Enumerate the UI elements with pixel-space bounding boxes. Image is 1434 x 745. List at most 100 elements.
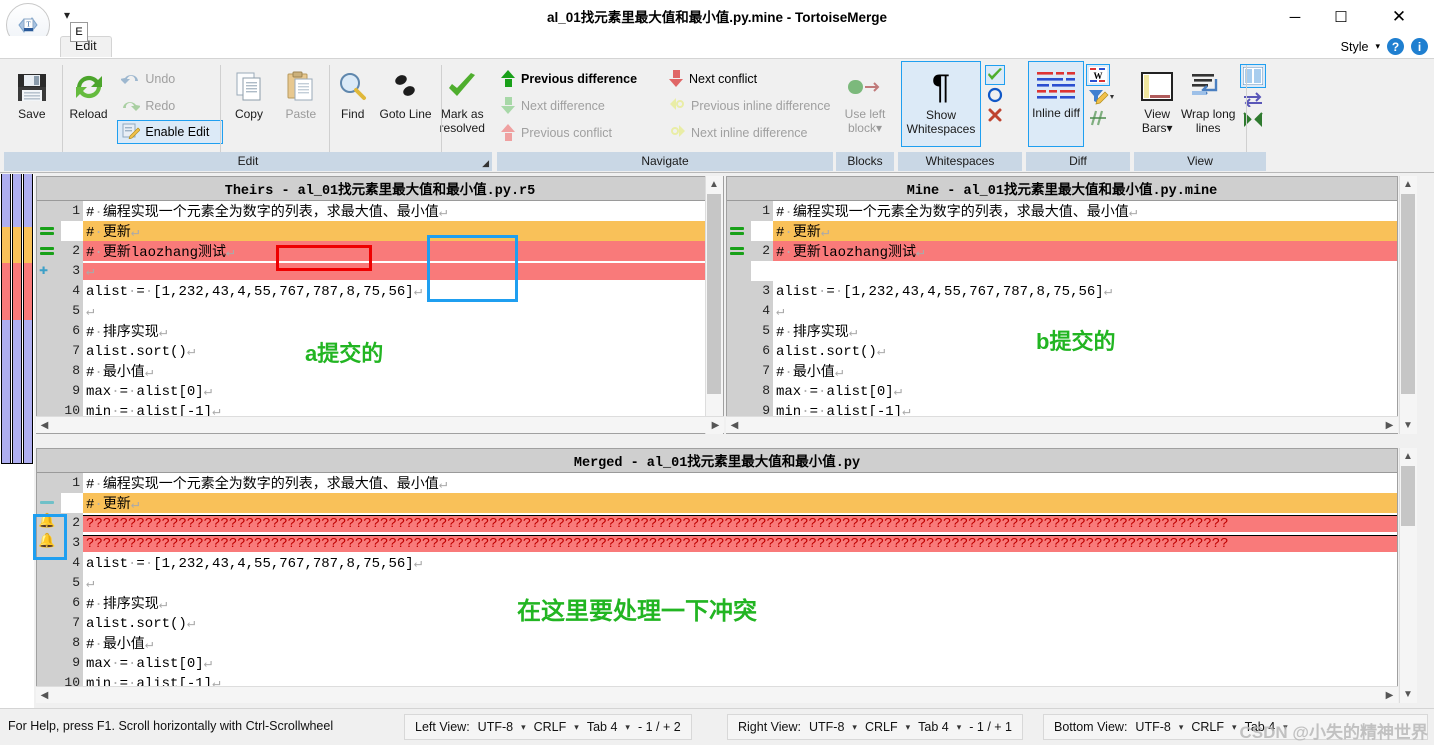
chevron-down-icon[interactable]: ▾: [1179, 722, 1184, 733]
code-line[interactable]: ✚ 3 ↵: [37, 261, 723, 281]
line-text[interactable]: ????????????????????????????????????????…: [83, 514, 1397, 532]
code-line[interactable]: 4 alist·=·[1,232,43,4,55,767,787,8,75,56]…: [37, 553, 1397, 573]
locator-bar-right[interactable]: [23, 174, 33, 464]
code-line[interactable]: 🔔 2??????????????????????????????????????…: [37, 513, 1397, 533]
merged-code-area[interactable]: 1 #·编程实现一个元素全为数字的列表，求最大值、最小值↵ #·更新↵ 🔔 2?????…: [37, 473, 1397, 702]
right-view-eol[interactable]: CRLF: [865, 720, 898, 734]
line-text[interactable]: #·更新↵: [773, 221, 1397, 241]
line-text[interactable]: max·=·alist[0]↵: [773, 382, 1397, 400]
scroll-up-icon[interactable]: ▲: [1400, 448, 1416, 465]
scroll-up-icon[interactable]: ▲: [1400, 176, 1416, 193]
previous-difference-button[interactable]: Previous difference: [497, 65, 665, 92]
right-view-tab[interactable]: Tab 4: [918, 720, 949, 734]
chevron-down-icon[interactable]: ▾: [906, 722, 911, 733]
chevron-down-icon[interactable]: ▾: [1232, 722, 1237, 733]
code-line[interactable]: 9 max·=·alist[0]↵: [37, 381, 723, 401]
line-marker[interactable]: [37, 593, 61, 613]
line-text[interactable]: #·最小值↵: [83, 633, 1397, 653]
code-line[interactable]: 5 ↵: [37, 301, 723, 321]
inline-diff-button[interactable]: Inline diff: [1028, 61, 1084, 147]
code-line[interactable]: 6 #·排序实现↵: [37, 593, 1397, 613]
line-text[interactable]: #·编程实现一个元素全为数字的列表，求最大值、最小值↵: [83, 473, 1397, 493]
scrollbar-thumb[interactable]: [1401, 466, 1415, 526]
close-button[interactable]: ✕: [1376, 0, 1422, 34]
line-text[interactable]: #·编程实现一个元素全为数字的列表，求最大值、最小值↵: [773, 201, 1397, 221]
next-difference-button[interactable]: Next difference: [497, 92, 665, 119]
code-line[interactable]: 1 #·编程实现一个元素全为数字的列表，求最大值、最小值↵: [727, 201, 1397, 221]
line-marker[interactable]: [727, 201, 751, 221]
wrap-long-lines-button[interactable]: Wrap long lines: [1180, 61, 1236, 135]
line-marker[interactable]: [727, 321, 751, 341]
line-text[interactable]: ↵: [83, 302, 723, 320]
code-line[interactable]: 2 #·更新laozhang测试↵: [727, 241, 1397, 261]
code-line[interactable]: 7 alist.sort()↵: [37, 613, 1397, 633]
merged-horizontal-scrollbar[interactable]: ◀ ▶: [36, 686, 1398, 703]
mine-horizontal-scrollbar[interactable]: ◀ ▶: [726, 416, 1398, 433]
code-line[interactable]: 6 #·排序实现↵: [37, 321, 723, 341]
style-label[interactable]: Style: [1341, 40, 1369, 54]
unresolved-circle-icon[interactable]: [985, 85, 1005, 105]
line-marker[interactable]: [37, 321, 61, 341]
line-text[interactable]: alist.sort()↵: [83, 614, 1397, 632]
undo-button[interactable]: Undo: [117, 65, 223, 92]
code-line[interactable]: 3 alist·=·[1,232,43,4,55,767,787,8,75,56]…: [727, 281, 1397, 301]
line-marker[interactable]: [37, 221, 61, 241]
line-text[interactable]: ????????????????????????????????????????…: [83, 534, 1397, 552]
info-icon[interactable]: i: [1411, 38, 1428, 55]
line-text[interactable]: #·最小值↵: [83, 361, 723, 381]
scroll-right-icon[interactable]: ▶: [707, 417, 724, 433]
line-marker[interactable]: [727, 361, 751, 381]
save-button[interactable]: Save: [4, 61, 60, 121]
scroll-up-icon[interactable]: ▲: [706, 176, 722, 193]
reload-button[interactable]: Reload: [60, 61, 118, 121]
swap-views-icon[interactable]: [1240, 88, 1266, 110]
locator-bar-middle[interactable]: [12, 174, 22, 464]
chevron-down-icon[interactable]: ▾: [852, 722, 857, 733]
maximize-button[interactable]: ☐: [1318, 0, 1364, 34]
line-text[interactable]: #·排序实现↵: [83, 593, 1397, 613]
chevron-down-icon[interactable]: ▾: [521, 722, 526, 733]
line-text[interactable]: #·排序实现↵: [83, 321, 723, 341]
mine-code-area[interactable]: 1 #·编程实现一个元素全为数字的列表，求最大值、最小值↵ #·更新↵ 2 #·更新la…: [727, 201, 1397, 433]
line-text[interactable]: #·最小值↵: [773, 361, 1397, 381]
redo-button[interactable]: Redo: [117, 92, 223, 119]
line-marker[interactable]: [37, 613, 61, 633]
code-line[interactable]: 8 max·=·alist[0]↵: [727, 381, 1397, 401]
line-text[interactable]: alist·=·[1,232,43,4,55,767,787,8,75,56]↵: [773, 282, 1397, 300]
scrollbar-thumb[interactable]: [1401, 194, 1415, 394]
line-marker[interactable]: [727, 221, 751, 241]
line-text[interactable]: ↵: [83, 574, 1397, 592]
locator-bar-left[interactable]: [1, 174, 11, 464]
chevron-down-icon[interactable]: ▾: [957, 722, 962, 733]
edit-group-dialog-launcher-icon[interactable]: ◢: [482, 158, 489, 169]
line-text[interactable]: #·更新laozhang测试↵: [83, 241, 723, 261]
line-text[interactable]: ↵: [773, 302, 1397, 320]
goto-line-button[interactable]: Goto Line: [379, 61, 433, 121]
line-text[interactable]: #·排序实现↵: [773, 321, 1397, 341]
code-line[interactable]: 1 #·编程实现一个元素全为数字的列表，求最大值、最小值↵: [37, 473, 1397, 493]
diff-bars-icon[interactable]: [1086, 108, 1110, 128]
line-marker[interactable]: [37, 473, 61, 493]
chevron-down-icon[interactable]: ▾: [1375, 41, 1380, 52]
line-text[interactable]: #·编程实现一个元素全为数字的列表，求最大值、最小值↵: [83, 201, 723, 221]
collapse-view-icon[interactable]: [1240, 110, 1266, 132]
line-marker[interactable]: [37, 301, 61, 321]
code-line[interactable]: 7 alist.sort()↵: [37, 341, 723, 361]
show-whitespaces-button[interactable]: ¶ Show Whitespaces: [901, 61, 981, 147]
theirs-vertical-scrollbar[interactable]: ▲ ▼: [705, 176, 723, 434]
code-line[interactable]: 8 #·最小值↵: [37, 361, 723, 381]
line-text[interactable]: ↵: [83, 262, 723, 280]
scroll-right-icon[interactable]: ▶: [1381, 417, 1398, 433]
code-line[interactable]: 5 ↵: [37, 573, 1397, 593]
merged-vertical-scrollbar[interactable]: ▲ ▼: [1399, 448, 1417, 703]
next-inline-difference-button[interactable]: Next inline difference: [665, 119, 825, 146]
code-line[interactable]: 8 #·最小值↵: [37, 633, 1397, 653]
line-marker[interactable]: [37, 281, 61, 301]
previous-conflict-button[interactable]: Previous conflict: [497, 119, 665, 146]
line-marker[interactable]: [37, 361, 61, 381]
scroll-left-icon[interactable]: ◀: [726, 417, 743, 433]
line-text[interactable]: #·更新laozhang测试↵: [773, 241, 1397, 261]
line-marker[interactable]: ✚: [37, 261, 61, 281]
line-marker[interactable]: [727, 261, 751, 281]
previous-inline-difference-button[interactable]: Previous inline difference: [665, 92, 830, 119]
